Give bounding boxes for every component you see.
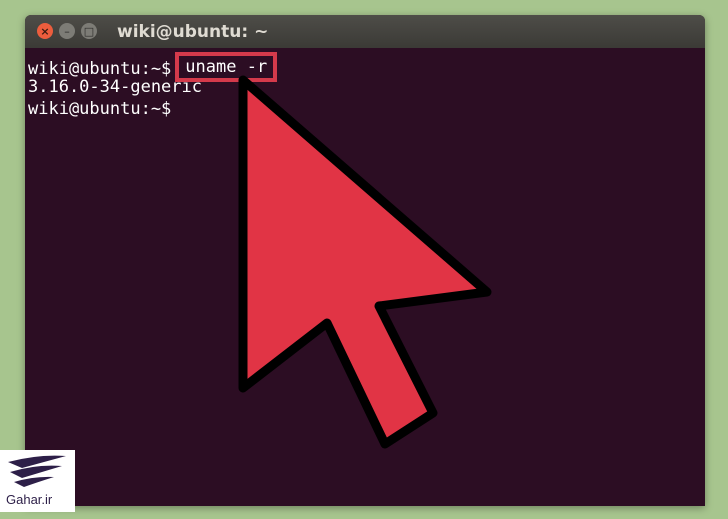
watermark-text: Gahar.ir — [6, 492, 53, 507]
mouse-pointer-icon — [238, 75, 492, 449]
watermark-logo: Gahar.ir — [0, 450, 75, 512]
